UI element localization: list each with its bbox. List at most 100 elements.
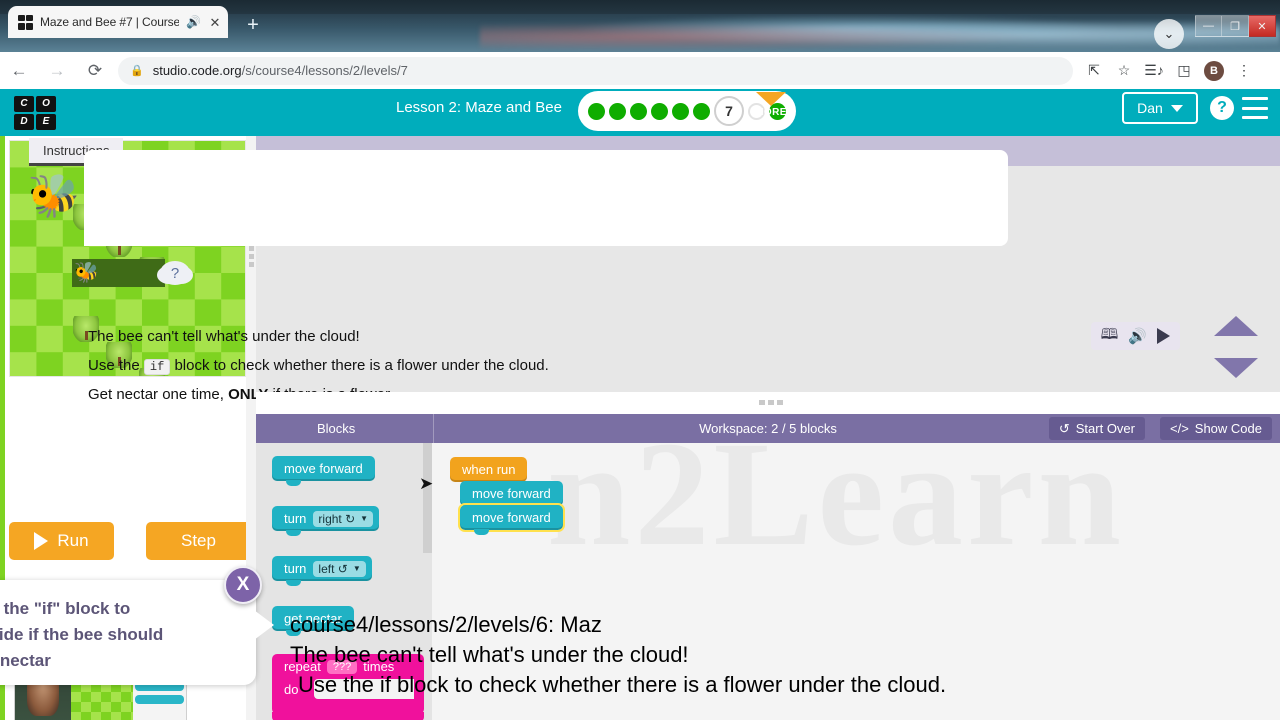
level-bubble-5[interactable] <box>672 102 689 120</box>
avatar[interactable]: B <box>1201 58 1227 84</box>
level-bubble-4[interactable] <box>651 102 668 120</box>
scroll-up-arrow-icon[interactable] <box>1214 316 1258 336</box>
mouse-cursor-icon: ➤ <box>419 474 434 493</box>
workspace-header: Blocks Workspace: 2 / 5 blocks ↺ Start O… <box>256 414 1280 443</box>
user-name: Dan <box>1137 100 1163 116</box>
block-label: move forward <box>472 510 551 525</box>
turn-direction-dropdown[interactable]: right ↻ ▼ <box>313 510 374 527</box>
help-icon[interactable]: ? <box>1210 96 1234 120</box>
show-code-button[interactable]: </> Show Code <box>1159 417 1272 440</box>
video-caption-overlay: course4/lessons/2/levels/6: Maz The bee … <box>290 610 1270 700</box>
tab-audio-icon[interactable]: 🔊 <box>186 16 201 28</box>
instructions-card <box>84 150 1008 246</box>
chevron-down-icon: ▼ <box>352 564 361 573</box>
level-bubble-2[interactable] <box>609 102 626 120</box>
block-label: move forward <box>472 486 551 501</box>
reload-icon[interactable]: ⟳ <box>76 52 114 89</box>
window-minimize-button[interactable]: — <box>1195 15 1222 37</box>
caption-line-1: course4/lessons/2/levels/6: Maz <box>290 612 602 637</box>
instruction-line-2-post: block to check whether there is a flower… <box>170 357 549 374</box>
page-title: Lesson 2: Maze and Bee <box>396 99 562 116</box>
run-controls: Run Step <box>9 522 251 560</box>
more-levels-button[interactable]: MORE <box>752 92 790 118</box>
block-nub <box>286 530 301 536</box>
share-icon[interactable]: ⇱ <box>1081 58 1107 84</box>
block-label: turn <box>284 511 307 526</box>
block-label: turn <box>284 561 307 576</box>
text-to-speech-controls: 🕮 🔊 <box>1090 322 1180 350</box>
bookmark-star-icon[interactable]: ☆ <box>1111 58 1137 84</box>
screenshot-root: Maze and Bee #7 | Course 4 🔊 ✕ + ⌄ — ❐ ✕… <box>0 0 1280 720</box>
play-icon[interactable] <box>1157 328 1170 344</box>
book-speaker-icon[interactable]: 🕮 <box>1101 324 1119 349</box>
caption-line-3: Use the if block to check whether there … <box>298 672 947 697</box>
close-icon[interactable]: X <box>224 566 262 604</box>
block-label: when run <box>462 462 516 477</box>
user-menu-button[interactable]: Dan <box>1122 92 1198 124</box>
splitter-drag-handle[interactable] <box>249 246 254 270</box>
browser-tab[interactable]: Maze and Bee #7 | Course 4 🔊 ✕ <box>8 6 228 38</box>
side-panel-icon[interactable]: ◳ <box>1171 58 1197 84</box>
logo-letter-e: E <box>36 113 56 130</box>
lock-icon: 🔒 <box>130 65 144 77</box>
instruction-line-2: Use the if block to check whether there … <box>88 357 549 375</box>
show-code-label: Show Code <box>1194 421 1262 436</box>
code-org-favicon-icon <box>18 14 33 30</box>
forward-icon[interactable]: → <box>38 52 76 89</box>
workspace-block-move-forward-2[interactable]: move forward <box>458 503 565 535</box>
browser-menu-icon[interactable]: ⋮ <box>1231 58 1257 84</box>
instruction-line-1: The bee can't tell what's under the clou… <box>88 328 360 345</box>
splitter-drag-handle[interactable] <box>759 400 783 405</box>
tab-close-icon[interactable]: ✕ <box>208 16 222 29</box>
window-caret-icon[interactable]: ⌄ <box>1154 19 1184 49</box>
balloon-line-1: se the "if" block to <box>0 599 131 618</box>
run-button[interactable]: Run <box>9 522 114 560</box>
horizontal-splitter[interactable] <box>256 392 1280 414</box>
palette-block-turn-right[interactable]: turn right ↻ ▼ <box>272 506 380 536</box>
level-bubble-1[interactable] <box>588 102 605 120</box>
workspace-block-move-forward-1[interactable]: move forward <box>460 481 563 511</box>
dropdown-value: right ↻ <box>318 511 356 526</box>
window-restore-button[interactable]: ❐ <box>1222 15 1249 37</box>
caption-line-2: The bee can't tell what's under the clou… <box>290 642 689 667</box>
if-code-chip: if <box>143 359 171 375</box>
reading-list-icon[interactable]: ☰♪ <box>1141 58 1167 84</box>
block-nub <box>286 480 301 486</box>
window-close-button[interactable]: ✕ <box>1249 15 1276 37</box>
block-nub <box>286 580 301 586</box>
block-label: move forward <box>284 461 363 476</box>
step-label: Step <box>181 531 216 550</box>
logo-letter-d: D <box>14 113 34 130</box>
repeat-tail <box>272 712 424 720</box>
level-bubble-6[interactable] <box>693 102 710 120</box>
turn-direction-dropdown[interactable]: left ↺ ▼ <box>313 560 366 577</box>
palette-scrollbar[interactable] <box>423 443 432 553</box>
address-bar[interactable]: 🔒 studio.code.org/s/course4/lessons/2/le… <box>118 56 1073 85</box>
balloon-line-3: et nectar <box>0 651 51 670</box>
scroll-down-arrow-icon[interactable] <box>1214 358 1258 378</box>
workspace-block-when-run[interactable]: when run <box>450 457 528 487</box>
new-tab-button[interactable]: + <box>240 12 266 38</box>
tab-title: Maze and Bee #7 | Course 4 <box>40 15 180 29</box>
instruction-line-3-pre: Get nectar one time, <box>88 386 229 403</box>
palette-block-turn-left[interactable]: turn left ↺ ▼ <box>272 556 372 586</box>
undo-icon: ↺ <box>1058 420 1070 436</box>
cloud-with-question-icon: ? <box>160 261 190 285</box>
instructions-scroll-arrows <box>1214 316 1258 378</box>
logo-letter-o: O <box>36 95 56 112</box>
toolbar-icons: ⇱ ☆ ☰♪ ◳ B ⋮ <box>1081 58 1263 84</box>
code-org-logo[interactable]: C O D E <box>14 95 56 130</box>
speaker-icon[interactable]: 🔊 <box>1128 327 1147 345</box>
balloon-text: se the "if" block to ecide if the bee sh… <box>0 596 163 674</box>
hamburger-menu-icon[interactable] <box>1242 97 1268 119</box>
bee-avatar-icon: 🐝 <box>27 172 81 219</box>
back-icon[interactable]: ← <box>0 52 38 89</box>
balloon-line-2: ecide if the bee should <box>0 625 164 644</box>
play-icon <box>34 532 49 550</box>
step-button[interactable]: Step <box>146 522 251 560</box>
start-over-button[interactable]: ↺ Start Over <box>1048 417 1145 440</box>
palette-block-move-forward[interactable]: move forward <box>272 456 375 486</box>
logo-letter-c: C <box>14 95 34 112</box>
level-bubble-3[interactable] <box>630 102 647 120</box>
level-bubble-current[interactable]: 7 <box>714 96 744 126</box>
